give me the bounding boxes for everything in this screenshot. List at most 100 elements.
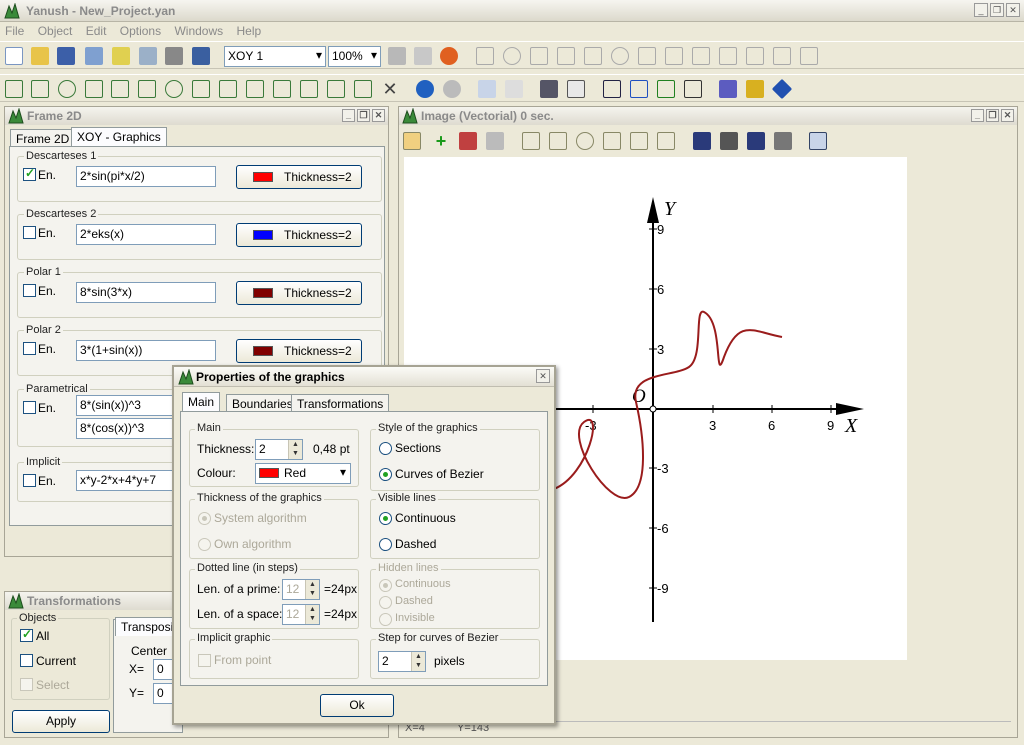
current-checkbox[interactable] xyxy=(20,654,33,667)
circle-tool-icon[interactable] xyxy=(503,47,521,65)
copy-icon[interactable] xyxy=(809,132,827,150)
spin-arrows-icon[interactable]: ▲ ▼ xyxy=(411,652,425,671)
layers3-icon[interactable] xyxy=(747,132,765,150)
sphere-icon[interactable] xyxy=(165,80,183,98)
segment-icon[interactable] xyxy=(31,80,49,98)
window3-icon[interactable] xyxy=(657,80,675,98)
thickness-spinner[interactable]: 2 ▲ ▼ xyxy=(255,439,303,460)
axes-tool-icon[interactable] xyxy=(584,47,602,65)
step-spinner[interactable]: 2 ▲ ▼ xyxy=(378,651,426,672)
spellcheck-icon[interactable] xyxy=(414,47,432,65)
cone-icon[interactable] xyxy=(111,80,129,98)
minimize-icon[interactable]: _ xyxy=(971,109,984,122)
circle-icon[interactable] xyxy=(58,80,76,98)
checklist-icon[interactable] xyxy=(567,80,585,98)
cube-tool-icon[interactable] xyxy=(773,47,791,65)
close-icon[interactable]: ✕ xyxy=(1006,3,1020,17)
enable-checkbox[interactable] xyxy=(23,342,36,355)
menu-help[interactable]: Help xyxy=(231,22,266,40)
thickness-button[interactable]: Thickness=2 xyxy=(236,165,362,189)
thickness-button[interactable]: Thickness=2 xyxy=(236,339,362,363)
formula-input[interactable]: 8*sin(3*x) xyxy=(76,282,216,303)
restore-icon[interactable]: ❐ xyxy=(990,3,1004,17)
formula-input[interactable]: 2*sin(pi*x/2) xyxy=(76,166,216,187)
sections-radio[interactable] xyxy=(379,442,392,455)
apply-button[interactable]: Apply xyxy=(12,710,110,733)
point-icon[interactable] xyxy=(522,132,540,150)
ruler-icon[interactable] xyxy=(403,132,421,150)
triangle-icon[interactable] xyxy=(85,80,103,98)
triangle-icon[interactable] xyxy=(603,132,621,150)
cube-icon[interactable] xyxy=(327,80,345,98)
continuous-radio[interactable] xyxy=(379,512,392,525)
close-icon[interactable]: ✕ xyxy=(1001,109,1014,122)
cascade-icon[interactable] xyxy=(684,80,702,98)
spin-arrows-icon[interactable]: ▲ ▼ xyxy=(305,605,319,624)
info-diamond-icon[interactable] xyxy=(771,78,793,100)
enable-checkbox[interactable] xyxy=(23,166,36,181)
box-tool-icon[interactable] xyxy=(746,47,764,65)
hidden-dashed-radio[interactable] xyxy=(379,596,392,609)
cone-tool-icon[interactable] xyxy=(557,47,575,65)
enable-checkbox[interactable] xyxy=(23,226,36,239)
menu-options[interactable]: Options xyxy=(115,22,166,40)
paste-icon[interactable] xyxy=(505,80,523,98)
tetra-icon[interactable] xyxy=(273,80,291,98)
print-icon[interactable] xyxy=(165,47,183,65)
undo-icon[interactable] xyxy=(416,80,434,98)
axes-icon[interactable] xyxy=(657,132,675,150)
circle-icon[interactable] xyxy=(576,132,594,150)
sphere-tool-icon[interactable] xyxy=(611,47,629,65)
window2-icon[interactable] xyxy=(630,80,648,98)
run-icon[interactable] xyxy=(440,47,458,65)
enable-checkbox[interactable] xyxy=(23,474,36,487)
prism-icon[interactable] xyxy=(246,80,264,98)
view-select[interactable]: XOY 1 ▾ xyxy=(224,46,326,67)
delete-x-icon[interactable]: ✕ xyxy=(381,80,399,98)
surface-tool-icon[interactable] xyxy=(800,47,818,65)
restore-icon[interactable]: ❐ xyxy=(357,109,370,122)
cone-icon[interactable] xyxy=(630,132,648,150)
enable-checkbox[interactable] xyxy=(23,284,36,297)
key-icon[interactable] xyxy=(746,80,764,98)
minimize-icon[interactable]: _ xyxy=(342,109,355,122)
minimize-icon[interactable]: _ xyxy=(974,3,988,17)
hidden-continuous-radio[interactable] xyxy=(379,579,392,592)
add-icon[interactable]: + xyxy=(432,132,450,150)
triangle-tool-icon[interactable] xyxy=(530,47,548,65)
segment-icon[interactable] xyxy=(549,132,567,150)
menu-object[interactable]: Object xyxy=(33,22,78,40)
edit-icon[interactable] xyxy=(486,132,504,150)
box-icon[interactable] xyxy=(300,80,318,98)
save-icon[interactable] xyxy=(57,47,75,65)
system-algorithm-radio[interactable] xyxy=(198,512,211,525)
prism-tool-icon[interactable] xyxy=(692,47,710,65)
restore-icon[interactable]: ❐ xyxy=(986,109,999,122)
menu-edit[interactable]: Edit xyxy=(81,22,112,40)
menu-file[interactable]: File xyxy=(0,22,29,40)
remove-line-icon[interactable] xyxy=(459,132,477,150)
redo-icon[interactable] xyxy=(443,80,461,98)
open-folder-icon[interactable] xyxy=(31,47,49,65)
tab-main[interactable]: Main xyxy=(182,392,221,412)
pyramid-icon[interactable] xyxy=(219,80,237,98)
import-icon[interactable] xyxy=(139,47,157,65)
layers-icon[interactable] xyxy=(693,132,711,150)
layers4-icon[interactable] xyxy=(774,132,792,150)
cylinder-tool-icon[interactable] xyxy=(638,47,656,65)
new-file-icon[interactable] xyxy=(5,47,23,65)
ok-button[interactable]: Ok xyxy=(320,694,394,717)
tab-xoy-graphics[interactable]: XOY - Graphics xyxy=(71,127,167,147)
close-icon[interactable]: ✕ xyxy=(536,369,550,383)
list-icon[interactable] xyxy=(540,80,558,98)
cylinder-icon[interactable] xyxy=(192,80,210,98)
spin-arrows-icon[interactable]: ▲ ▼ xyxy=(305,580,319,599)
copy-icon[interactable] xyxy=(478,80,496,98)
save-all-icon[interactable] xyxy=(85,47,103,65)
point-icon[interactable] xyxy=(5,80,23,98)
book-icon[interactable] xyxy=(192,47,210,65)
layers2-icon[interactable] xyxy=(720,132,738,150)
tetra-tool-icon[interactable] xyxy=(719,47,737,65)
spin-arrows-icon[interactable]: ▲ ▼ xyxy=(288,440,302,459)
pen-icon[interactable] xyxy=(388,47,406,65)
